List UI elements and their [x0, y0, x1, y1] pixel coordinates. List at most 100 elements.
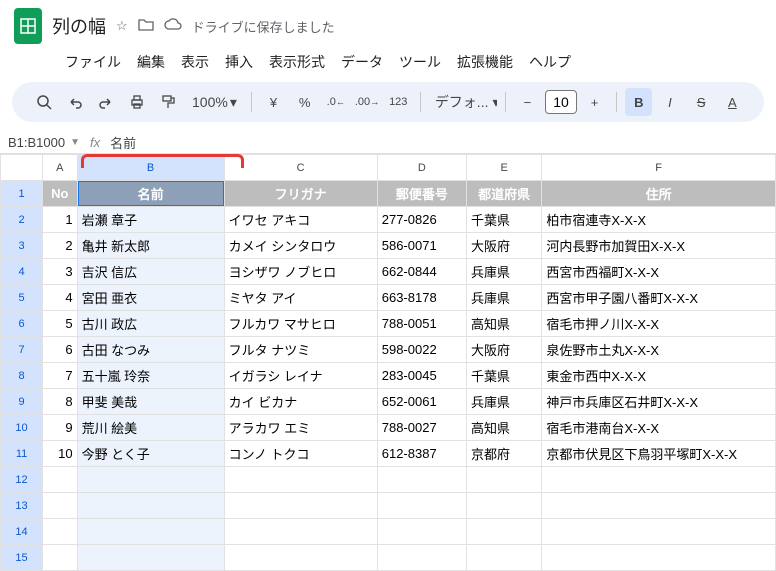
col-header-A[interactable]: A [43, 155, 77, 181]
cell[interactable]: 586-0071 [377, 233, 466, 259]
cell[interactable]: 吉沢 信広 [77, 259, 224, 285]
cell[interactable] [377, 519, 466, 545]
cell[interactable]: 甲斐 美哉 [77, 389, 224, 415]
cell[interactable]: ヨシザワ ノブヒロ [224, 259, 377, 285]
cell[interactable]: 荒川 絵美 [77, 415, 224, 441]
row-header[interactable]: 2 [1, 207, 43, 233]
cell[interactable]: 亀井 新太郎 [77, 233, 224, 259]
row-header[interactable]: 14 [1, 519, 43, 545]
font-size-increase-icon[interactable]: + [581, 88, 608, 116]
cell[interactable] [43, 467, 77, 493]
cell[interactable]: 663-8178 [377, 285, 466, 311]
star-icon[interactable]: ☆ [116, 18, 128, 34]
cell[interactable]: 277-0826 [377, 207, 466, 233]
cell[interactable] [77, 493, 224, 519]
cell[interactable]: イガラシ レイナ [224, 363, 377, 389]
cell[interactable]: 西宮市甲子園八番町X-X-X [542, 285, 776, 311]
currency-yen-icon[interactable]: ¥ [260, 88, 287, 116]
menu-拡張機能[interactable]: 拡張機能 [450, 48, 520, 76]
cell[interactable]: 高知県 [467, 415, 542, 441]
cell[interactable]: 6 [43, 337, 77, 363]
menu-表示形式[interactable]: 表示形式 [262, 48, 332, 76]
row-header[interactable]: 8 [1, 363, 43, 389]
formula-bar[interactable]: 名前 [110, 133, 136, 152]
menu-ヘルプ[interactable]: ヘルプ [522, 48, 578, 76]
cell[interactable] [542, 519, 776, 545]
cell[interactable]: 大阪府 [467, 233, 542, 259]
row-header[interactable]: 6 [1, 311, 43, 337]
cell[interactable]: カメイ シンタロウ [224, 233, 377, 259]
cell[interactable]: イワセ アキコ [224, 207, 377, 233]
cell[interactable]: 宿毛市押ノ川X-X-X [542, 311, 776, 337]
cell[interactable]: No [43, 181, 77, 207]
cell[interactable]: 神戸市兵庫区石井町X-X-X [542, 389, 776, 415]
cell[interactable] [467, 467, 542, 493]
cell[interactable]: 3 [43, 259, 77, 285]
name-box[interactable]: B1:B1000▼ [8, 135, 80, 150]
cell[interactable] [43, 493, 77, 519]
row-header[interactable]: 10 [1, 415, 43, 441]
col-header-B[interactable]: B [77, 155, 224, 181]
cell[interactable] [542, 493, 776, 519]
row-header[interactable]: 11 [1, 441, 43, 467]
cell[interactable]: 9 [43, 415, 77, 441]
cell[interactable] [467, 493, 542, 519]
cell[interactable]: 都道府県 [467, 181, 542, 207]
row-header[interactable]: 15 [1, 545, 43, 571]
cell[interactable]: フルカワ マサヒロ [224, 311, 377, 337]
row-header[interactable]: 9 [1, 389, 43, 415]
row-header[interactable]: 7 [1, 337, 43, 363]
cell[interactable]: 古田 なつみ [77, 337, 224, 363]
cell[interactable] [224, 467, 377, 493]
cell[interactable]: 京都市伏見区下鳥羽平塚町X-X-X [542, 441, 776, 467]
cell[interactable]: 千葉県 [467, 207, 542, 233]
cell[interactable]: ミヤタ アイ [224, 285, 377, 311]
cell[interactable]: 652-0061 [377, 389, 466, 415]
cell[interactable]: 宿毛市港南台X-X-X [542, 415, 776, 441]
cell[interactable] [43, 545, 77, 571]
cell[interactable]: 古川 政広 [77, 311, 224, 337]
cell[interactable] [467, 519, 542, 545]
cell[interactable]: 柏市宿連寺X-X-X [542, 207, 776, 233]
search-icon[interactable] [30, 88, 57, 116]
cell[interactable]: 岩瀬 章子 [77, 207, 224, 233]
col-header-D[interactable]: D [377, 155, 466, 181]
format-123-icon[interactable]: 123 [385, 88, 412, 116]
cell[interactable]: 788-0027 [377, 415, 466, 441]
row-header[interactable]: 4 [1, 259, 43, 285]
cell[interactable]: 河内長野市加賀田X-X-X [542, 233, 776, 259]
cell[interactable]: 7 [43, 363, 77, 389]
menu-挿入[interactable]: 挿入 [218, 48, 260, 76]
cell[interactable]: カイ ビカナ [224, 389, 377, 415]
cell[interactable] [377, 493, 466, 519]
cell[interactable] [77, 545, 224, 571]
cell[interactable] [224, 493, 377, 519]
increase-decimal-icon[interactable]: .00→ [353, 88, 380, 116]
cell[interactable]: 5 [43, 311, 77, 337]
font-size-decrease-icon[interactable]: − [514, 88, 541, 116]
menu-データ[interactable]: データ [334, 48, 390, 76]
cell[interactable]: 泉佐野市土丸X-X-X [542, 337, 776, 363]
col-header-C[interactable]: C [224, 155, 377, 181]
zoom-select[interactable]: 100% ▾ [186, 94, 243, 111]
italic-button[interactable]: I [656, 88, 683, 116]
col-header-E[interactable]: E [467, 155, 542, 181]
cell[interactable]: 兵庫県 [467, 285, 542, 311]
cell[interactable]: コンノ トクコ [224, 441, 377, 467]
menu-表示[interactable]: 表示 [174, 48, 216, 76]
cloud-icon[interactable] [164, 18, 182, 35]
cell[interactable] [542, 467, 776, 493]
sheets-logo[interactable] [14, 8, 42, 44]
text-color-button[interactable]: A [719, 88, 746, 116]
strikethrough-button[interactable]: S [688, 88, 715, 116]
row-header[interactable]: 12 [1, 467, 43, 493]
spreadsheet-grid[interactable]: ABCDEF1No名前フリガナ郵便番号都道府県住所21岩瀬 章子イワセ アキコ2… [0, 154, 776, 571]
cell[interactable]: 662-0844 [377, 259, 466, 285]
redo-icon[interactable] [92, 88, 119, 116]
move-icon[interactable] [138, 18, 154, 35]
cell[interactable]: 612-8387 [377, 441, 466, 467]
cell[interactable]: 今野 とく子 [77, 441, 224, 467]
cell[interactable] [77, 519, 224, 545]
print-icon[interactable] [124, 88, 151, 116]
cell[interactable]: 8 [43, 389, 77, 415]
